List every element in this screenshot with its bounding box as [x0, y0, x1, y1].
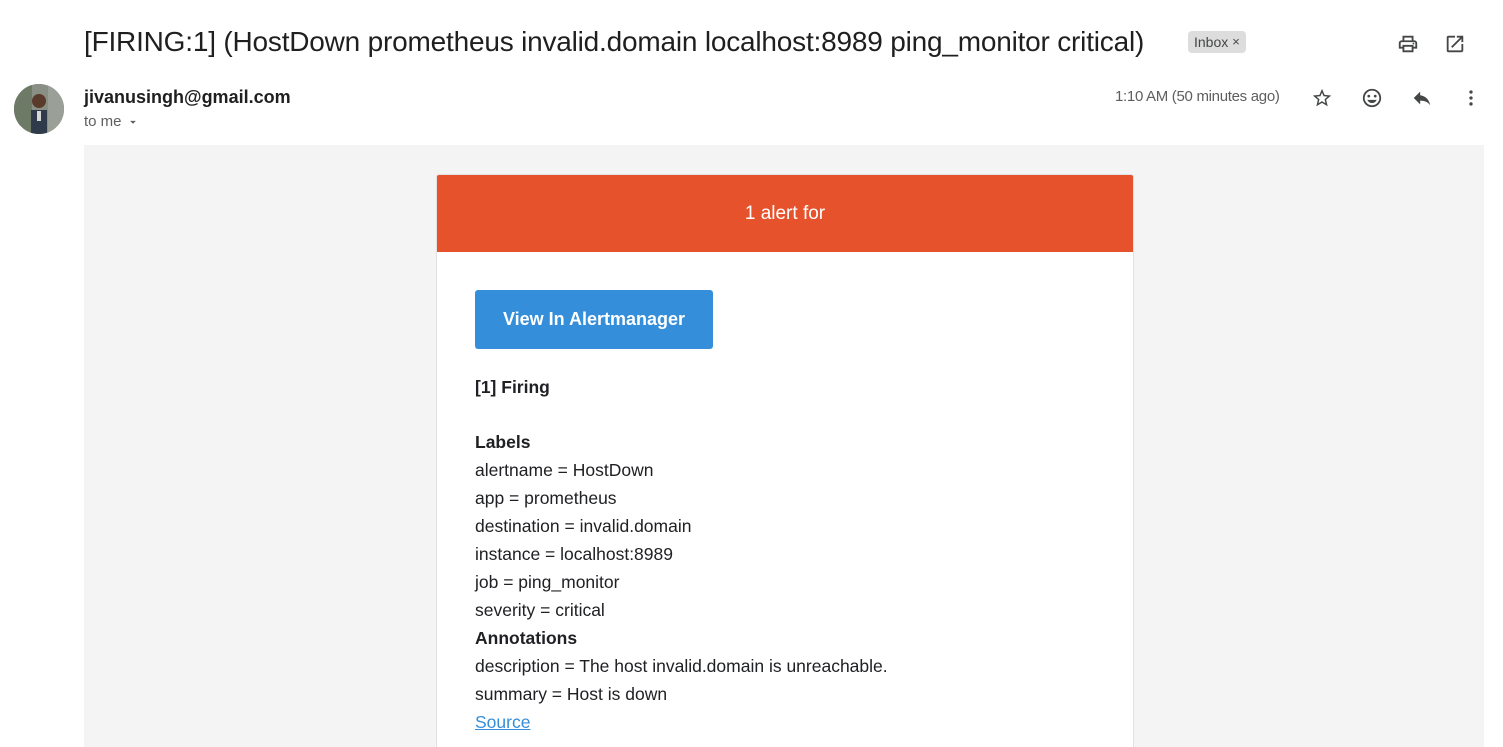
alert-header: 1 alert for [437, 175, 1133, 252]
email-body: 1 alert for View In Alertmanager [1] Fir… [84, 145, 1484, 747]
recipient-label: to me [84, 113, 122, 130]
recipient-details[interactable]: to me [84, 112, 140, 132]
email-timestamp: 1:10 AM (50 minutes ago) [1115, 88, 1280, 105]
alert-content: View In Alertmanager [1] Firing Labels a… [437, 252, 1133, 736]
remove-label-icon[interactable]: × [1232, 31, 1240, 53]
annotations-title: Annotations [475, 628, 578, 648]
labels-title: Labels [475, 432, 531, 452]
label-alertname: alertname = HostDown [475, 460, 654, 480]
open-in-new-window-icon[interactable] [1441, 30, 1469, 58]
label-instance: instance = localhost:8989 [475, 544, 673, 564]
label-severity: severity = critical [475, 600, 605, 620]
annotation-summary: summary = Host is down [475, 684, 668, 704]
emoji-react-icon[interactable] [1358, 84, 1386, 112]
alert-card: 1 alert for View In Alertmanager [1] Fir… [436, 174, 1134, 747]
firing-title: [1] Firing [475, 377, 550, 397]
annotation-description: description = The host invalid.domain is… [475, 656, 888, 676]
email-view: [FIRING:1] (HostDown prometheus invalid.… [0, 0, 1503, 747]
reply-icon[interactable] [1408, 84, 1436, 112]
inbox-label-chip[interactable]: Inbox × [1188, 31, 1246, 53]
source-link[interactable]: Source [475, 708, 1133, 736]
label-app: app = prometheus [475, 488, 617, 508]
header-actions [1383, 30, 1503, 58]
sender-email[interactable]: jivanusingh@gmail.com [84, 86, 291, 108]
label-job: job = ping_monitor [475, 572, 620, 592]
inbox-label-text: Inbox [1194, 34, 1229, 50]
more-vert-icon[interactable] [1457, 84, 1485, 112]
sender-avatar[interactable] [14, 84, 64, 134]
chevron-down-icon [129, 120, 136, 124]
print-icon[interactable] [1394, 30, 1422, 58]
star-icon[interactable] [1308, 84, 1336, 112]
view-in-alertmanager-button[interactable]: View In Alertmanager [475, 290, 713, 349]
label-destination: destination = invalid.domain [475, 516, 692, 536]
email-subject: [FIRING:1] (HostDown prometheus invalid.… [84, 26, 1145, 57]
